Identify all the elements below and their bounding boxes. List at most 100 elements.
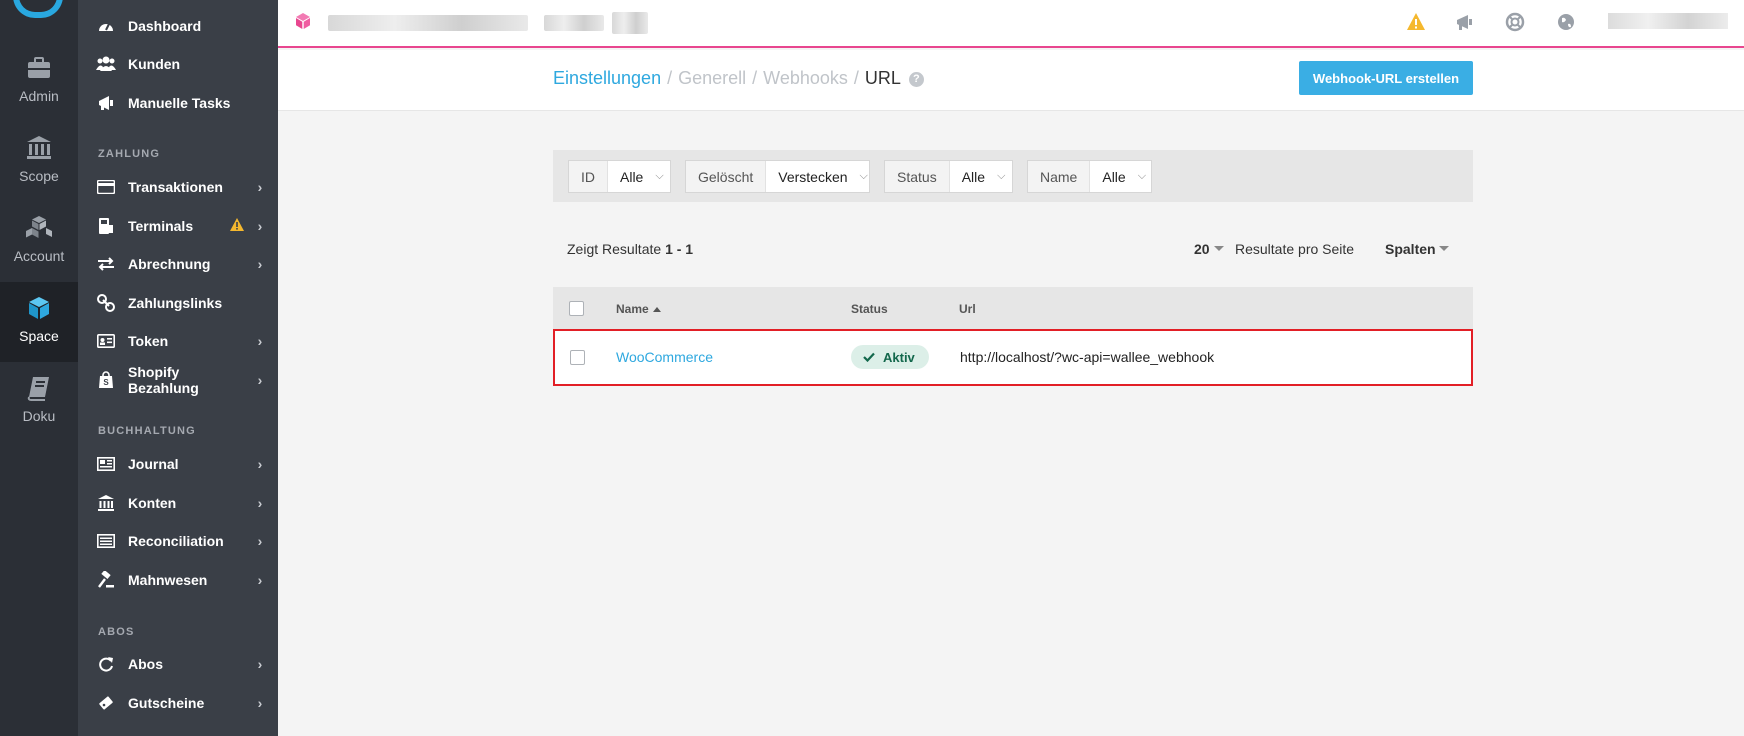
megaphone-icon[interactable] — [1454, 12, 1474, 32]
list-icon — [96, 531, 116, 551]
caret-down-icon[interactable] — [1214, 246, 1224, 251]
breadcrumb-generell[interactable]: Generell — [678, 68, 746, 88]
sidebar-item-zahlungslinks[interactable]: Zahlungslinks — [78, 285, 278, 321]
sidebar-item-konten[interactable]: Konten › — [78, 485, 278, 521]
rail-item-admin[interactable]: Admin — [0, 42, 78, 122]
globe-icon[interactable] — [1556, 12, 1576, 32]
rail-item-space[interactable]: Space — [0, 282, 78, 362]
chevron-down-icon: ⌵ — [997, 170, 1006, 182]
chevron-down-icon: ⌵ — [1137, 170, 1147, 182]
filter-value: Alle — [1102, 168, 1126, 185]
webhook-name-link[interactable]: WooCommerce — [616, 349, 713, 365]
gauge-icon — [96, 16, 116, 36]
chevron-right-icon: › — [257, 456, 263, 472]
chevron-right-icon: › — [257, 495, 263, 511]
filter-name[interactable]: Name Alle ⌵ — [1027, 160, 1152, 193]
page-title: URL — [864, 68, 901, 88]
sidebar-item-gutscheine[interactable]: Gutscheine › — [78, 685, 278, 721]
column-header-name[interactable]: Name — [616, 302, 661, 316]
sidebar-item-shopify-bezahlung[interactable]: S Shopify Bezahlung › — [78, 362, 278, 398]
chevron-down-icon: ⌵ — [655, 170, 664, 182]
rail-item-label: Doku — [22, 408, 56, 424]
sidebar-item-dashboard[interactable]: Dashboard — [78, 8, 278, 44]
bank-icon — [96, 493, 116, 513]
chevron-right-icon: › — [257, 218, 263, 234]
filter-id[interactable]: ID Alle ⌵ — [568, 160, 671, 193]
chevron-down-icon: ⌵ — [859, 170, 868, 182]
id-card-icon — [96, 331, 116, 351]
filter-label: Status — [885, 161, 950, 192]
shopping-bag-icon: S — [96, 370, 116, 390]
rail-item-doku[interactable]: Doku — [0, 362, 78, 442]
rail-item-scope[interactable]: Scope — [0, 122, 78, 202]
space-cube-icon — [296, 13, 310, 29]
sidebar-item-token[interactable]: Token › — [78, 323, 278, 359]
caret-down-icon[interactable] — [1439, 246, 1449, 251]
sidebar-item-terminals[interactable]: Terminals › — [78, 208, 278, 244]
chevron-right-icon: › — [257, 179, 263, 195]
boxes-icon — [26, 216, 52, 238]
top-bar — [278, 0, 1744, 48]
rail-item-label: Account — [13, 248, 65, 264]
results-range: 1 - 1 — [665, 241, 694, 257]
breadcrumb-separator: / — [752, 68, 758, 88]
filter-geloescht[interactable]: Gelöscht Verstecken ⌵ — [685, 160, 870, 193]
breadcrumb-separator: / — [667, 68, 673, 88]
sidebar-item-abos[interactable]: Abos › — [78, 646, 278, 682]
terminal-icon — [96, 216, 116, 236]
chevron-right-icon: › — [257, 256, 263, 272]
space-name-redacted — [328, 15, 528, 31]
table-row: WooCommerce Aktiv http://localhost/?wc-a… — [553, 329, 1473, 386]
chevron-right-icon: › — [257, 695, 263, 711]
breadcrumb: Einstellungen / Generell / Webhooks / URL? — [553, 68, 924, 89]
megaphone-icon — [96, 93, 116, 113]
select-all-checkbox[interactable] — [569, 301, 584, 316]
users-icon — [96, 54, 116, 74]
gavel-icon — [96, 570, 116, 590]
sidebar-item-journal[interactable]: Journal › — [78, 446, 278, 482]
filter-label: ID — [569, 161, 608, 192]
rail-item-account[interactable]: Account — [0, 202, 78, 282]
space-tag-redacted — [612, 12, 648, 34]
sidebar-item-mahnwesen[interactable]: Mahnwesen › — [78, 562, 278, 598]
sidebar-item-abrechnung[interactable]: Abrechnung › — [78, 246, 278, 282]
ticket-icon — [96, 693, 116, 713]
book-icon — [27, 377, 49, 401]
per-page-select[interactable]: 20 — [1194, 241, 1210, 257]
chevron-right-icon: › — [257, 333, 263, 349]
rail-item-label: Scope — [19, 168, 59, 184]
table-header: Name Status Url — [553, 287, 1473, 329]
help-lifebuoy-icon[interactable] — [1505, 12, 1525, 32]
per-page-label: Resultate pro Seite — [1235, 241, 1355, 257]
create-webhook-url-button[interactable]: Webhook-URL erstellen — [1299, 61, 1473, 95]
chevron-right-icon: › — [257, 533, 263, 549]
rail-item-label: Space — [19, 328, 59, 344]
warning-icon — [230, 218, 246, 234]
chevron-right-icon: › — [257, 656, 263, 672]
filter-value: Alle — [620, 168, 644, 185]
breadcrumb-separator: / — [853, 68, 859, 88]
chevron-right-icon: › — [257, 372, 263, 388]
sidebar-item-kunden[interactable]: Kunden — [78, 46, 278, 82]
help-icon[interactable]: ? — [908, 72, 924, 87]
page-header: Einstellungen / Generell / Webhooks / URL? Web… — [278, 50, 1744, 111]
rail-item-label: Admin — [19, 88, 59, 104]
user-menu-redacted[interactable] — [1608, 13, 1728, 29]
breadcrumb-einstellungen[interactable]: Einstellungen — [553, 68, 661, 88]
column-header-url[interactable]: Url — [959, 302, 976, 316]
sidebar-item-manuelle-tasks[interactable]: Manuelle Tasks — [78, 85, 278, 121]
cube-icon — [29, 297, 49, 319]
brand-logo[interactable] — [13, 0, 63, 18]
sidebar-section-buchhaltung: BUCHHALTUNG — [98, 425, 196, 437]
breadcrumb-webhooks[interactable]: Webhooks — [763, 68, 848, 88]
sidebar-item-reconciliation[interactable]: Reconciliation › — [78, 523, 278, 559]
sidebar-item-transaktionen[interactable]: Transaktionen › — [78, 169, 278, 205]
filter-status[interactable]: Status Alle ⌵ — [884, 160, 1013, 193]
row-checkbox[interactable] — [570, 350, 585, 365]
status-badge: Aktiv — [851, 345, 929, 369]
columns-button[interactable]: Spalten — [1385, 241, 1436, 257]
column-header-status[interactable]: Status — [851, 302, 888, 316]
sidebar-section-abos: ABOS — [98, 626, 135, 638]
filter-label: Name — [1028, 161, 1091, 192]
warning-icon[interactable] — [1406, 12, 1426, 32]
